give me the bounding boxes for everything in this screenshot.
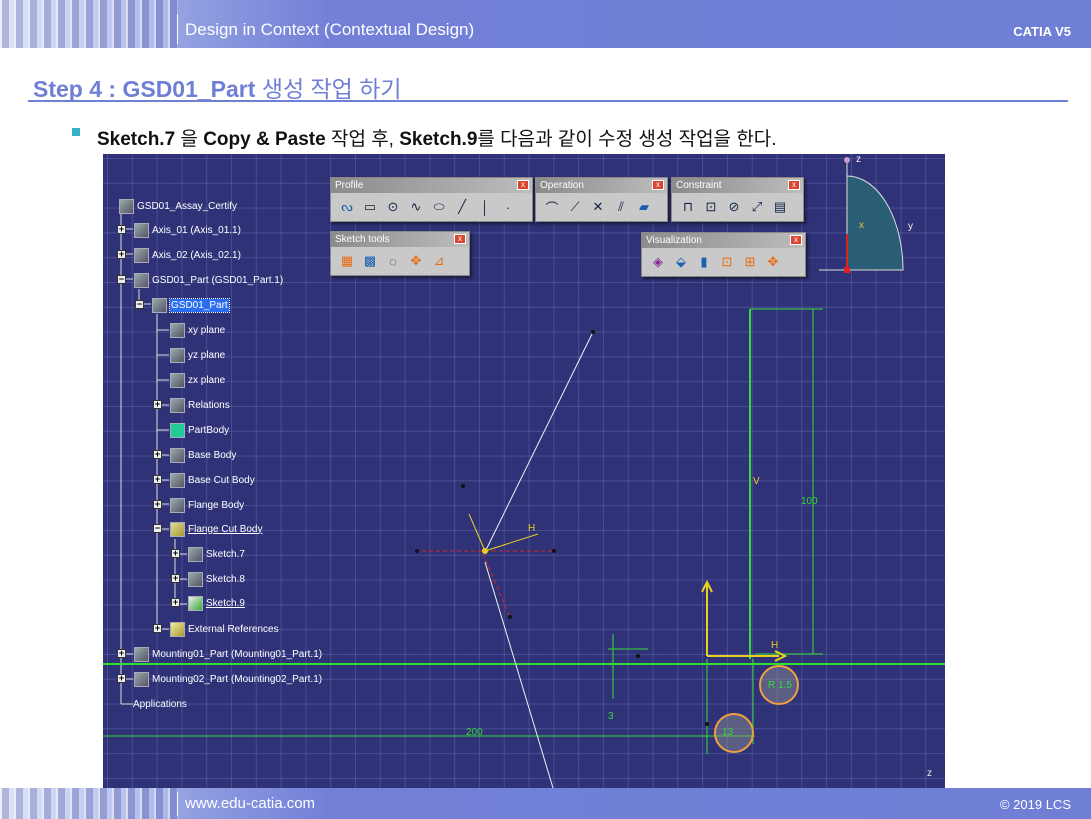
fix-together-icon[interactable]: ⤢: [747, 197, 767, 217]
profile-icon[interactable]: ᔓ: [337, 197, 357, 217]
project-3d-icon[interactable]: ▰: [634, 197, 654, 217]
website-link[interactable]: www.edu-catia.com: [185, 795, 315, 812]
corner-z-label: z: [927, 768, 932, 779]
bullet-icon: [72, 128, 80, 136]
sketch-profile: [103, 308, 945, 754]
lighting-icon[interactable]: ▮: [694, 252, 714, 272]
footer-bar: www.edu-catia.com © 2019 LCS: [0, 788, 1091, 819]
instruction-part: 를 다음과 같이 수정 생성 작업을 한다.: [477, 129, 777, 150]
ellipse-icon[interactable]: ⬭: [429, 197, 449, 217]
constraint-icon[interactable]: ⊡: [701, 197, 721, 217]
constraint-visualization-icon[interactable]: ⊞: [740, 252, 760, 272]
mirror-icon[interactable]: ⫽: [611, 197, 631, 217]
step-title-en: Step 4 : GSD01_Part: [33, 76, 256, 102]
red-construction: [415, 550, 555, 618]
origin-point: [482, 548, 488, 554]
3d-view-icon[interactable]: ⬙: [671, 252, 691, 272]
dimension-13-label: 13: [722, 727, 734, 738]
footer-divider: [177, 792, 178, 816]
auto-constraint-icon[interactable]: ▤: [770, 197, 790, 217]
compass-y-label: y: [908, 221, 913, 232]
title-underline: [28, 100, 1068, 102]
line-icon[interactable]: ╱: [452, 197, 472, 217]
axis-v-label: V: [753, 476, 760, 487]
grid-icon[interactable]: ▦: [337, 251, 357, 271]
close-icon[interactable]: x: [788, 180, 800, 190]
snap-to-point-icon[interactable]: ▩: [360, 251, 380, 271]
rectangle-icon[interactable]: ▭: [360, 197, 380, 217]
instruction-part: 을: [175, 129, 204, 150]
product-name: CATIA V5: [1013, 24, 1071, 39]
chamfer-icon[interactable]: ⟋: [565, 197, 585, 217]
step-title-kr: 생성 작업 하기: [261, 76, 402, 102]
sketch-canvas[interactable]: 100 200 3 R 1.5 13 H V H z y x z: [103, 154, 945, 788]
footer-decoration: [0, 788, 178, 819]
reference-lines: [484, 331, 594, 788]
catia-viewport[interactable]: GSD01_Assay_Certify + Axis_01 (Axis_01.1…: [103, 154, 945, 788]
header-bar: Design in Context (Contextual Design) CA…: [0, 0, 1091, 48]
instruction-sketch9: Sketch.9: [399, 129, 478, 150]
step-title: Step 4 : GSD01_Part 생성 작업 하기: [33, 70, 402, 104]
circle-icon[interactable]: ⊙: [383, 197, 403, 217]
toolbar-title: Visualization: [646, 235, 702, 246]
header-title: Design in Context (Contextual Design): [185, 20, 475, 39]
toolbar-title: Operation: [540, 180, 584, 191]
spline-icon[interactable]: ∿: [406, 197, 426, 217]
toolbar-title: Profile: [335, 180, 364, 191]
header-divider: [177, 14, 178, 44]
close-icon[interactable]: x: [454, 234, 466, 244]
dimension-13-highlight: [714, 713, 754, 753]
close-icon[interactable]: x: [517, 180, 529, 190]
instruction-sketch7: Sketch.7: [97, 129, 176, 150]
dimension-3-label: 3: [608, 711, 614, 722]
dimension-200-label: 200: [466, 727, 483, 738]
constraint-dialog-icon[interactable]: ⊓: [678, 197, 698, 217]
sketch-points: [415, 330, 709, 726]
close-icon[interactable]: x: [790, 235, 802, 245]
toolbar-constraint[interactable]: Constraint x ⊓ ⊡ ⊘ ⤢ ▤: [671, 177, 804, 222]
radius-label: R 1.5: [768, 680, 792, 691]
toolbar-visualization[interactable]: Visualization x ◈ ⬙ ▮ ⊡ ⊞ ✥: [641, 232, 806, 277]
contact-constraint-icon[interactable]: ⊘: [724, 197, 744, 217]
cut-part-by-sketch-plane-icon[interactable]: ◈: [648, 252, 668, 272]
toolbar-profile[interactable]: Profile x ᔓ ▭ ⊙ ∿ ⬭ ╱ │ ·: [330, 177, 533, 222]
geometrical-constraints-icon[interactable]: ✥: [406, 251, 426, 271]
close-icon[interactable]: x: [652, 180, 664, 190]
compass: [819, 157, 904, 273]
axis-icon[interactable]: │: [475, 197, 495, 217]
slide: Design in Context (Contextual Design) CA…: [0, 0, 1091, 819]
copyright: © 2019 LCS: [999, 797, 1071, 812]
header-decoration: [0, 0, 178, 48]
instruction-copy-paste: Copy & Paste: [203, 129, 326, 150]
corner-icon[interactable]: ⌒: [542, 197, 562, 217]
dimension-100-label: 100: [801, 496, 818, 507]
instruction-part: 작업 후,: [325, 129, 400, 150]
dimension-visualization-icon[interactable]: ✥: [763, 252, 783, 272]
diagnostics-icon[interactable]: ⊡: [717, 252, 737, 272]
dimensional-constraints-icon[interactable]: ⊿: [429, 251, 449, 271]
axis-h2-label: H: [771, 640, 778, 651]
toolbar-title: Sketch tools: [335, 234, 390, 245]
axis-h-label: H: [528, 523, 535, 534]
construction-element-icon[interactable]: ◌: [383, 251, 403, 271]
compass-x-label: x: [859, 220, 864, 231]
point-icon[interactable]: ·: [498, 197, 518, 217]
toolbar-operation[interactable]: Operation x ⌒ ⟋ ✕ ⫽ ▰: [535, 177, 668, 222]
toolbar-sketch-tools[interactable]: Sketch tools x ▦ ▩ ◌ ✥ ⊿: [330, 231, 470, 276]
toolbar-title: Constraint: [676, 180, 722, 191]
trim-icon[interactable]: ✕: [588, 197, 608, 217]
instruction-text: Sketch.7 을 Copy & Paste 작업 후, Sketch.9를 …: [97, 124, 777, 151]
compass-z-label: z: [856, 154, 861, 165]
